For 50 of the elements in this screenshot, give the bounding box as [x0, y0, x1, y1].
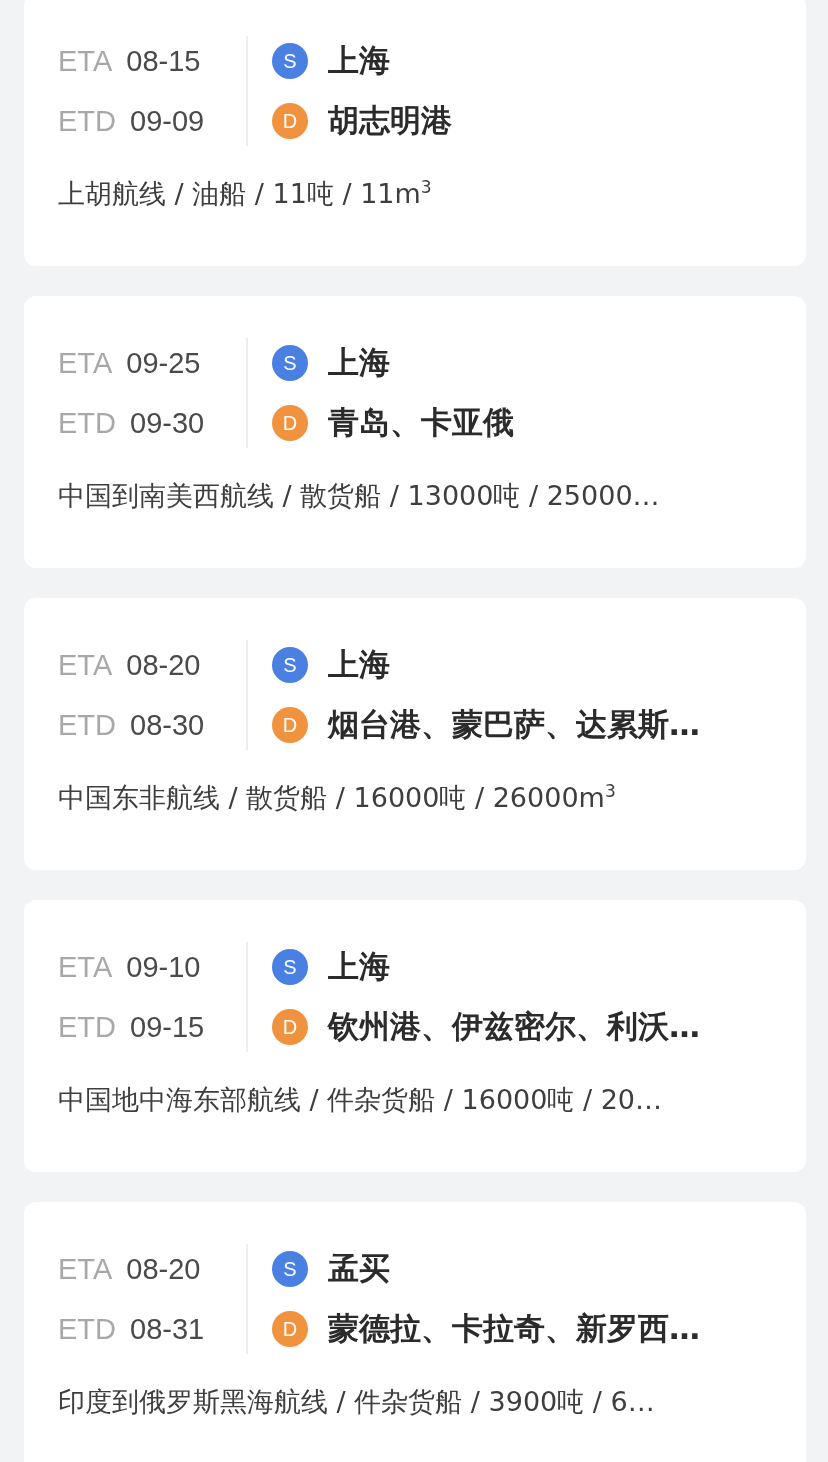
- destination-badge: D: [272, 1311, 308, 1347]
- etd-label: ETD: [58, 406, 116, 440]
- source-badge: S: [272, 949, 308, 985]
- eta-date: 09-25: [126, 346, 201, 380]
- eta-label: ETA: [58, 950, 113, 984]
- eta-label: ETA: [58, 648, 113, 682]
- eta-label: ETA: [58, 44, 113, 78]
- etd-label: ETD: [58, 708, 116, 742]
- eta-date: 08-20: [126, 1252, 201, 1286]
- source-port: 上海: [328, 343, 390, 382]
- destination-port: 钦州港、伊兹密尔、利沃…: [328, 1007, 700, 1046]
- etd-date: 09-09: [130, 104, 205, 138]
- route-summary: 印度到俄罗斯黑海航线 / 件杂货船 / 3900吨 / 6…: [58, 1385, 656, 1419]
- source-port: 孟买: [328, 1249, 390, 1288]
- destination-badge: D: [272, 405, 308, 441]
- source-port: 上海: [328, 645, 390, 684]
- destination-badge: D: [272, 707, 308, 743]
- eta-date: 08-20: [126, 648, 201, 682]
- destination-port: 烟台港、蒙巴萨、达累斯…: [328, 705, 700, 744]
- eta-label: ETA: [58, 1252, 113, 1286]
- shipment-card[interactable]: ETA 08-20 ETD 08-30 S 上海 D 烟台港、蒙巴萨、达累斯… 中国东非航线 / 散货船 / 16000吨 / 26000m$^{3}$: [24, 598, 806, 870]
- etd-date: 09-30: [130, 406, 205, 440]
- destination-badge: D: [272, 103, 308, 139]
- etd-date: 09-15: [130, 1010, 205, 1044]
- eta-date: 08-15: [126, 44, 201, 78]
- shipment-card[interactable]: ETA 08-15 ETD 09-09 S 上海 D 胡志明港 上胡航线 / 油船 / 11吨 / 11m$^{3}$: [24, 0, 806, 266]
- source-badge: S: [272, 345, 308, 381]
- source-badge: S: [272, 1251, 308, 1287]
- route-summary: 上胡航线 / 油船 / 11吨 / 11m$^{3}$: [58, 176, 433, 211]
- eta-label: ETA: [58, 346, 113, 380]
- etd-label: ETD: [58, 1312, 116, 1346]
- source-badge: S: [272, 647, 308, 683]
- destination-badge: D: [272, 1009, 308, 1045]
- source-port: 上海: [328, 947, 390, 986]
- destination-port: 蒙德拉、卡拉奇、新罗西…: [328, 1309, 700, 1348]
- destination-port: 胡志明港: [328, 101, 452, 140]
- shipment-card[interactable]: ETA 09-10 ETD 09-15 S 上海 D 钦州港、伊兹密尔、利沃… 中国地中海东部航线 / 件杂货船 / 16000吨 / 20…: [24, 900, 806, 1172]
- route-summary: 中国地中海东部航线 / 件杂货船 / 16000吨 / 20…: [58, 1083, 664, 1117]
- eta-date: 09-10: [126, 950, 201, 984]
- etd-date: 08-30: [130, 708, 205, 742]
- destination-port: 青岛、卡亚俄: [328, 403, 514, 442]
- etd-label: ETD: [58, 104, 116, 138]
- source-badge: S: [272, 43, 308, 79]
- route-summary: 中国东非航线 / 散货船 / 16000吨 / 26000m$^{3}$: [58, 780, 617, 815]
- shipment-card[interactable]: ETA 08-20 ETD 08-31 S 孟买 D 蒙德拉、卡拉奇、新罗西… 印度到俄罗斯黑海航线 / 件杂货船 / 3900吨 / 6…: [24, 1202, 806, 1462]
- etd-label: ETD: [58, 1010, 116, 1044]
- etd-date: 08-31: [130, 1312, 205, 1346]
- shipment-card[interactable]: ETA 09-25 ETD 09-30 S 上海 D 青岛、卡亚俄 中国到南美西航线 / 散货船 / 13000吨 / 25000…: [24, 296, 806, 568]
- source-port: 上海: [328, 41, 390, 80]
- route-summary: 中国到南美西航线 / 散货船 / 13000吨 / 25000…: [58, 479, 661, 513]
